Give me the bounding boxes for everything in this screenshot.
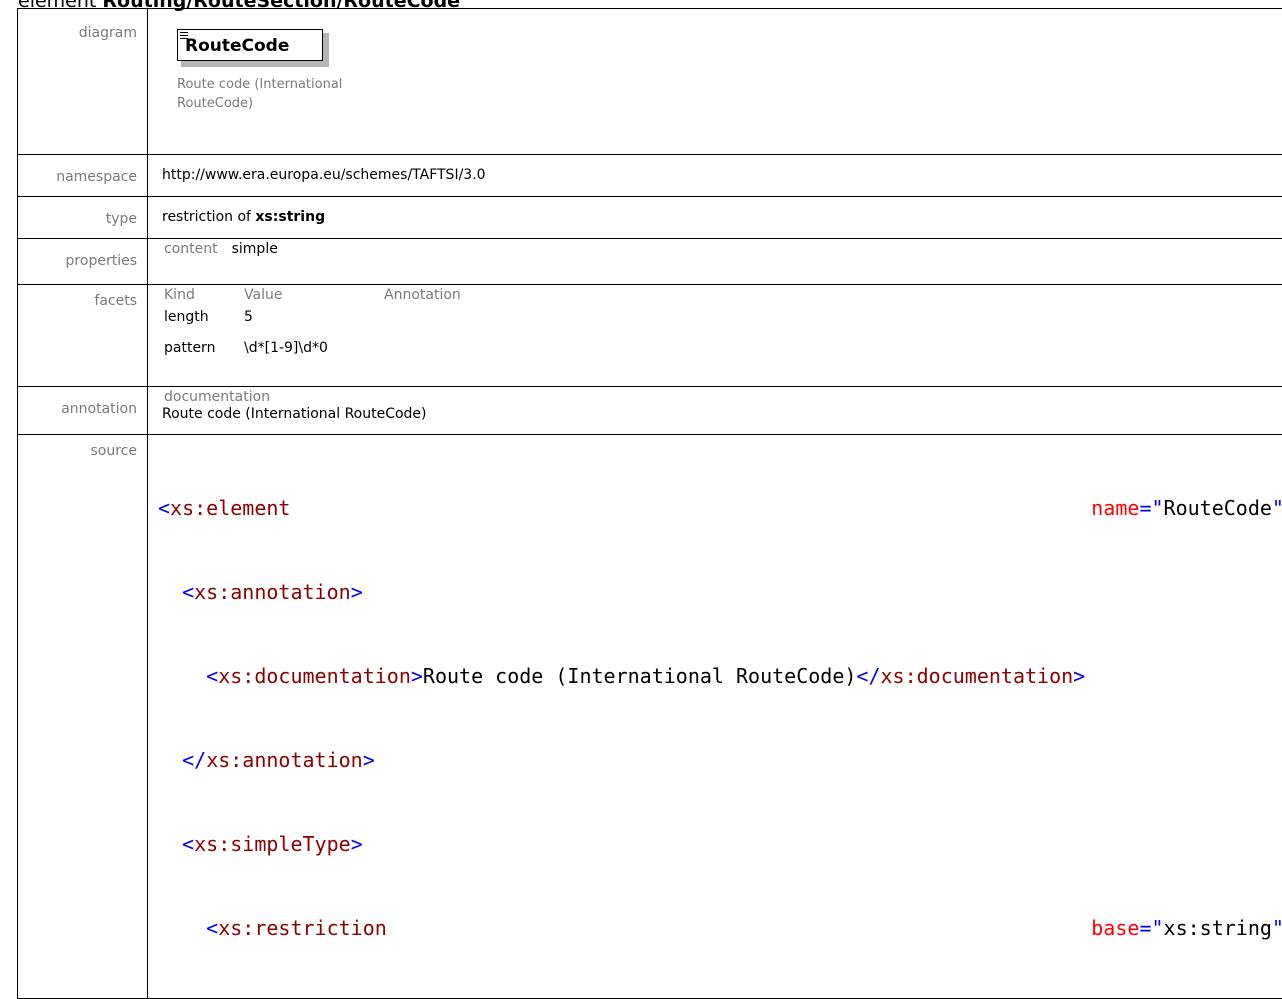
element-doc-table: diagram RouteCode Route code (Internatio…: [17, 8, 1282, 999]
facets-header-kind: Kind: [162, 287, 244, 309]
element-diagram[interactable]: RouteCode: [177, 29, 329, 65]
namespace-label: namespace: [18, 155, 148, 197]
facets-header-annotation: Annotation: [384, 287, 584, 309]
type-label: type: [18, 197, 148, 239]
annotation-cell: documentation Route code (International …: [148, 387, 1282, 435]
property-key: content: [162, 241, 230, 257]
facet-kind: pattern: [162, 331, 244, 362]
facets-header-value: Value: [244, 287, 384, 309]
diagram-cell: RouteCode Route code (International Rout…: [148, 9, 1282, 155]
annotation-row: annotation documentation Route code (Int…: [18, 387, 1282, 435]
annotation-label: annotation: [18, 387, 148, 435]
properties-cell: content simple: [148, 239, 1282, 285]
source-line: <xs:simpleType>: [158, 830, 1282, 858]
properties-table: content simple: [162, 241, 290, 257]
source-row: source <xs:element name="RouteCode"> <xs…: [18, 435, 1282, 999]
diagram-element-box[interactable]: RouteCode: [177, 29, 323, 61]
source-line: </xs:annotation>: [158, 746, 1282, 774]
facet-value: 5: [244, 309, 384, 331]
namespace-row: namespace http://www.era.europa.eu/schem…: [18, 155, 1282, 197]
diagram-element-name: RouteCode: [185, 36, 289, 56]
facet-annotation: [384, 331, 584, 362]
source-line: <xs:annotation>: [158, 578, 1282, 606]
type-prefix: restriction of: [162, 209, 251, 225]
facet-row-pattern: pattern \d*[1-9]\d*0: [162, 331, 584, 362]
facets-table: Kind Value Annotation length 5 pattern \…: [162, 287, 584, 362]
facet-kind: length: [162, 309, 244, 331]
property-value: simple: [230, 241, 290, 257]
element-content-icon: [180, 32, 188, 40]
facet-row-length: length 5: [162, 309, 584, 331]
source-line: <xs:element name="RouteCode">: [158, 494, 1282, 522]
type-base-link[interactable]: xs:string: [255, 209, 325, 225]
source-line: <xs:restriction base="xs:string">: [158, 914, 1282, 942]
diagram-label: diagram: [18, 9, 148, 155]
source-code-block: <xs:element name="RouteCode"> <xs:annota…: [158, 438, 1282, 998]
annotation-text: Route code (International RouteCode): [162, 406, 1282, 422]
source-line: <xs:documentation>Route code (Internatio…: [158, 662, 1282, 690]
source-cell: <xs:element name="RouteCode"> <xs:annota…: [148, 435, 1282, 999]
facet-value: \d*[1-9]\d*0: [244, 331, 384, 362]
properties-label: properties: [18, 239, 148, 285]
annotation-head: documentation: [164, 389, 1282, 405]
facets-cell: Kind Value Annotation length 5 pattern \…: [148, 285, 1282, 387]
properties-row: properties content simple: [18, 239, 1282, 285]
diagram-caption: Route code (International RouteCode): [177, 75, 397, 113]
facet-annotation: [384, 309, 584, 331]
diagram-row: diagram RouteCode Route code (Internatio…: [18, 9, 1282, 155]
facets-row: facets Kind Value Annotation length 5 p: [18, 285, 1282, 387]
source-label: source: [18, 435, 148, 999]
facets-label: facets: [18, 285, 148, 387]
type-row: type restriction of xs:string: [18, 197, 1282, 239]
type-value: restriction of xs:string: [148, 197, 1282, 239]
namespace-value: http://www.era.europa.eu/schemes/TAFTSI/…: [148, 155, 1282, 197]
